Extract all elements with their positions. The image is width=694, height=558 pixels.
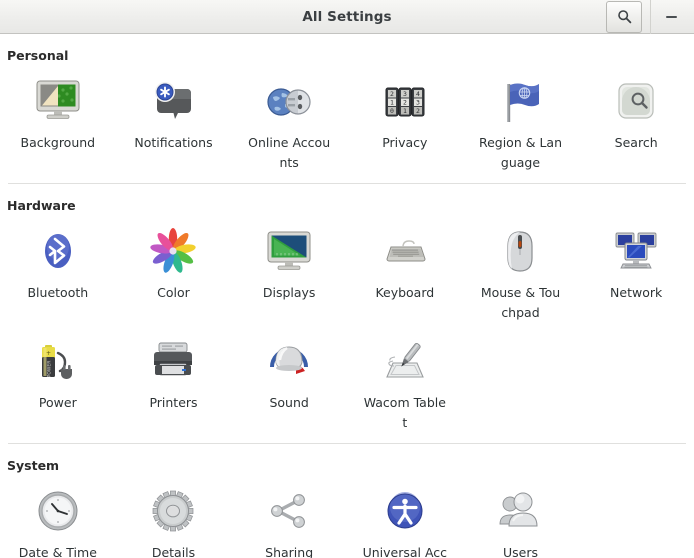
sharing-icon <box>262 487 316 537</box>
svg-text:3: 3 <box>416 99 420 107</box>
users-icon <box>493 487 547 537</box>
settings-item-printers[interactable]: Printers <box>116 329 232 437</box>
region-language-icon <box>493 77 547 127</box>
settings-item-label: Date & Time <box>18 545 97 558</box>
minimize-icon <box>665 15 677 18</box>
settings-item-label: Sharing <box>265 545 314 558</box>
svg-text:POWER: POWER <box>46 361 52 378</box>
notifications-icon <box>146 77 200 127</box>
settings-item-label: Bluetooth <box>27 285 89 300</box>
settings-item-label: Sound <box>269 395 309 410</box>
settings-item-universal-access[interactable]: Universal Access <box>347 479 463 558</box>
settings-item-wacom-tablet[interactable]: Wacom Tablet <box>347 329 463 437</box>
settings-item-bluetooth[interactable]: Bluetooth <box>0 219 116 327</box>
settings-item-label: Color <box>157 285 190 300</box>
settings-item-color[interactable]: Color <box>116 219 232 327</box>
online-accounts-icon <box>262 77 316 127</box>
section-grid-hardware: Bluetooth Color Displays Keyboard Mouse … <box>0 219 694 437</box>
settings-item-label: Mouse & Touchpad <box>480 285 561 320</box>
settings-item-details[interactable]: Details <box>116 479 232 558</box>
background-icon <box>31 77 85 127</box>
titlebar-controls <box>606 0 694 34</box>
svg-text:1: 1 <box>403 107 407 115</box>
section-system: System Date & Time Details Sharing Unive… <box>0 444 694 558</box>
settings-item-label: Online Accounts <box>248 135 331 170</box>
section-hardware: Hardware Bluetooth Color Displays Keyboa… <box>0 184 694 437</box>
universal-access-icon <box>378 487 432 537</box>
settings-item-label: Universal Access <box>362 545 448 558</box>
privacy-icon: 210 321 432 <box>378 77 432 127</box>
settings-item-label: Background <box>20 135 96 150</box>
svg-text:4: 4 <box>416 90 420 98</box>
settings-item-label: Network <box>610 285 663 300</box>
keyboard-icon <box>378 227 432 277</box>
details-icon <box>146 487 200 537</box>
section-grid-system: Date & Time Details Sharing Universal Ac… <box>0 479 694 558</box>
settings-item-notifications[interactable]: Notifications <box>116 69 232 177</box>
settings-content: Personal Background Notifications Online… <box>0 34 694 558</box>
settings-item-label: Search <box>614 135 658 150</box>
printers-icon <box>146 337 200 387</box>
settings-item-label: Notifications <box>134 135 213 150</box>
settings-item-label: Details <box>151 545 196 558</box>
settings-item-label: Privacy <box>382 135 428 150</box>
settings-item-network[interactable]: Network <box>578 219 694 327</box>
sound-icon <box>262 337 316 387</box>
section-grid-personal: Background Notifications Online Accounts… <box>0 69 694 177</box>
wacom-tablet-icon <box>378 337 432 387</box>
svg-text:1: 1 <box>390 99 394 107</box>
svg-text:2: 2 <box>403 99 407 107</box>
svg-text:2: 2 <box>390 90 394 98</box>
settings-item-search[interactable]: Search <box>578 69 694 177</box>
settings-item-region-language[interactable]: Region & Language <box>463 69 579 177</box>
section-title-personal: Personal <box>7 48 69 63</box>
svg-text:2: 2 <box>416 107 420 115</box>
settings-item-label: Printers <box>149 395 198 410</box>
search-icon <box>617 9 632 24</box>
settings-item-label: Wacom Tablet <box>363 395 446 430</box>
window-titlebar: All Settings <box>0 0 694 34</box>
settings-item-mouse-touchpad[interactable]: Mouse & Touchpad <box>463 219 579 327</box>
displays-icon <box>262 227 316 277</box>
settings-item-online-accounts[interactable]: Online Accounts <box>231 69 347 177</box>
settings-item-privacy[interactable]: 210 321 432 Privacy <box>347 69 463 177</box>
settings-item-label: Power <box>38 395 77 410</box>
svg-text:+: + <box>46 350 51 357</box>
settings-item-label: Region & Language <box>478 135 562 170</box>
svg-text:0: 0 <box>390 107 394 115</box>
network-icon <box>609 227 663 277</box>
settings-item-label: Keyboard <box>375 285 435 300</box>
grid-filler <box>578 479 694 558</box>
color-icon <box>146 227 200 277</box>
settings-item-users[interactable]: Users <box>463 479 579 558</box>
window-title: All Settings <box>302 8 392 25</box>
settings-item-displays[interactable]: Displays <box>231 219 347 327</box>
search-button[interactable] <box>606 0 642 33</box>
section-title-hardware: Hardware <box>7 198 76 213</box>
section-personal: Personal Background Notifications Online… <box>0 34 694 177</box>
settings-item-sharing[interactable]: Sharing <box>231 479 347 558</box>
bluetooth-icon <box>31 227 85 277</box>
titlebar-separator <box>650 0 651 34</box>
settings-item-sound[interactable]: Sound <box>231 329 347 437</box>
settings-item-label: Displays <box>262 285 316 300</box>
settings-item-date-time[interactable]: Date & Time <box>0 479 116 558</box>
settings-item-label: Users <box>502 545 538 558</box>
minimize-button[interactable] <box>658 4 684 30</box>
settings-item-background[interactable]: Background <box>0 69 116 177</box>
svg-text:3: 3 <box>403 90 407 98</box>
power-icon: POWER + <box>31 337 85 387</box>
search-panel-icon <box>609 77 663 127</box>
section-title-system: System <box>7 458 60 473</box>
date-time-icon <box>31 487 85 537</box>
settings-item-power[interactable]: POWER + Power <box>0 329 116 437</box>
mouse-touchpad-icon <box>493 227 547 277</box>
settings-item-keyboard[interactable]: Keyboard <box>347 219 463 327</box>
